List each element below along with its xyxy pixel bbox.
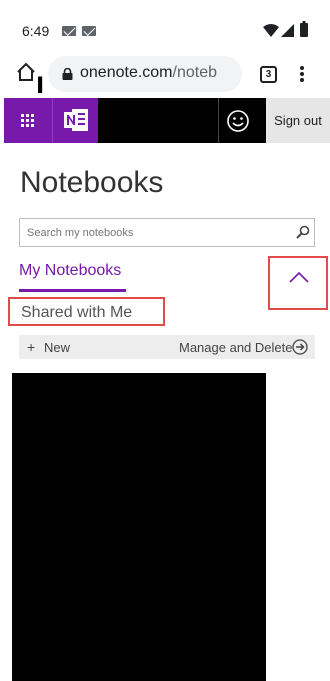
browser-toolbar: I onenote.com/noteb 3 <box>0 54 330 98</box>
new-notebook-button[interactable]: + New <box>25 335 75 359</box>
active-tab-indicator <box>19 289 126 292</box>
app-header: Sign out <box>4 98 330 143</box>
tab-switcher-button[interactable]: 3 <box>260 66 277 83</box>
manage-and-delete-button[interactable]: Manage and Delete <box>179 335 311 359</box>
smiley-icon[interactable] <box>226 109 250 133</box>
url-text[interactable]: onenote.com/noteb <box>80 64 240 82</box>
sign-out-button[interactable]: Sign out <box>266 98 330 143</box>
status-bar: 6:49 <box>0 0 330 54</box>
onenote-logo[interactable] <box>52 98 98 143</box>
text-cursor-icon: I <box>36 74 45 99</box>
arrow-right-circle-icon <box>292 339 308 355</box>
search-icon[interactable] <box>296 225 310 239</box>
search-input[interactable] <box>27 219 287 246</box>
plus-icon: + <box>27 339 36 355</box>
chevron-up-icon <box>289 271 309 283</box>
collapse-button[interactable] <box>268 256 328 310</box>
app-launcher-button[interactable] <box>4 98 52 143</box>
mail-icon <box>62 26 76 36</box>
shared-with-me-highlight: Shared with Me <box>8 297 165 326</box>
notebook-thumbnail[interactable] <box>12 373 266 681</box>
new-label: New <box>44 340 71 355</box>
page-title: Notebooks <box>20 166 164 199</box>
waffle-icon <box>21 114 34 127</box>
onenote-logo-icon <box>64 109 88 131</box>
manage-label: Manage and Delete <box>179 340 293 355</box>
mail-icon <box>82 26 96 36</box>
search-box <box>19 218 315 247</box>
battery-icon <box>300 21 308 37</box>
tab-shared-with-me[interactable]: Shared with Me <box>21 304 132 322</box>
url-path: /noteb <box>172 64 217 81</box>
lock-icon <box>62 68 73 80</box>
notebook-toolbar: + New Manage and Delete <box>19 335 315 359</box>
signal-icon <box>281 24 294 37</box>
status-time: 6:49 <box>22 23 50 39</box>
wifi-icon <box>263 24 279 37</box>
kebab-menu-icon[interactable] <box>300 66 304 83</box>
url-domain: onenote.com <box>80 64 173 81</box>
home-icon[interactable] <box>16 62 36 82</box>
header-divider <box>218 98 219 143</box>
tab-my-notebooks[interactable]: My Notebooks <box>19 262 121 280</box>
